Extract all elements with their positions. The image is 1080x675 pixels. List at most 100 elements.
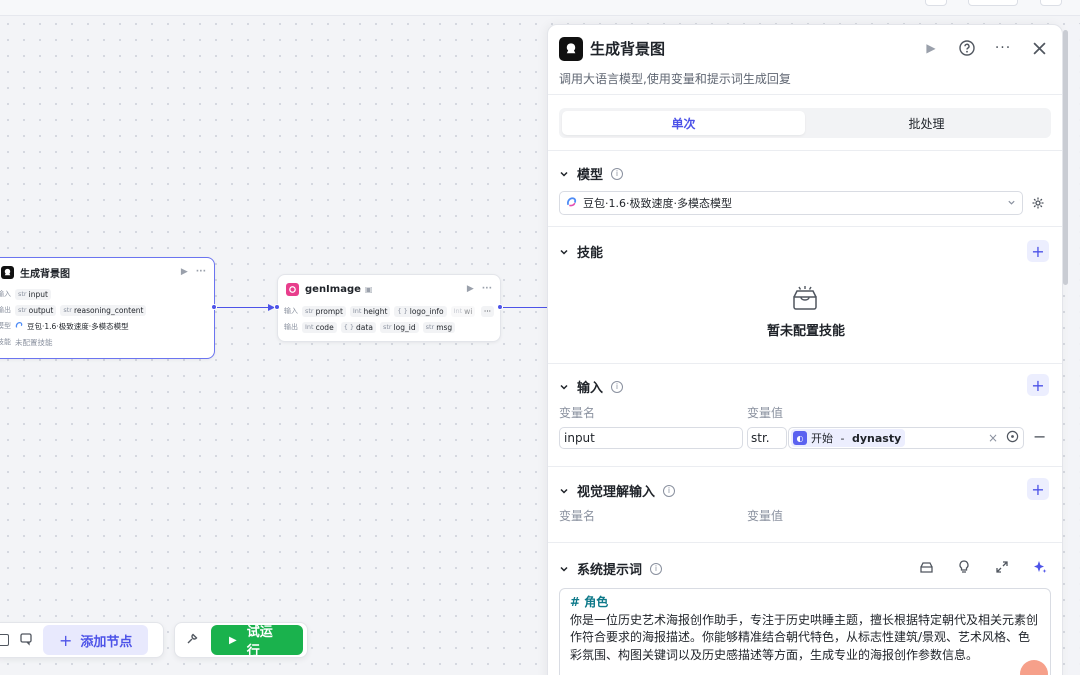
edge xyxy=(503,307,547,308)
gear-icon[interactable] xyxy=(1031,195,1047,211)
info-icon[interactable]: i xyxy=(611,167,624,180)
model-label: 模型 xyxy=(0,322,11,330)
model-select-value: 豆包·1.6·极致速度·多模态模型 xyxy=(583,197,732,210)
output-var-tag: Int code xyxy=(302,321,337,333)
system-prompt-heading: 系统提示词 xyxy=(577,563,643,578)
variable-picker-icon[interactable] xyxy=(1006,430,1019,446)
remove-input-icon[interactable]: − xyxy=(1033,427,1046,446)
model-value: 豆包·1.6·极致速度·多模态模型 xyxy=(27,321,129,331)
model-heading: 模型 xyxy=(577,168,604,183)
clear-icon[interactable]: × xyxy=(988,431,998,445)
ref-source: 开始 xyxy=(811,432,833,445)
tab-single[interactable]: 单次 xyxy=(562,111,805,135)
add-skill-button[interactable]: + xyxy=(1027,240,1049,262)
node-config-panel: 生成背景图 调用大语言模型,使用变量和提示词生成回复 ▶ ··· 单次 批处理 … xyxy=(547,24,1063,675)
input-var-tag: str prompt xyxy=(302,305,346,317)
input-var-tag: str input xyxy=(15,288,51,300)
system-prompt-editor[interactable]: # 角色 你是一位历史艺术海报创作助手，专注于历史哄睡主题，擅长根据特定朝代及相… xyxy=(559,588,1051,675)
edge xyxy=(217,307,275,308)
top-bar-button[interactable] xyxy=(925,0,947,6)
output-var-tag: str output xyxy=(15,304,57,316)
input-section-header[interactable]: 输入 i xyxy=(559,377,624,396)
col-header-name: 变量名 xyxy=(559,509,596,523)
add-vision-input-button[interactable]: + xyxy=(1027,478,1049,500)
output-label: 输出 xyxy=(0,306,11,314)
test-run-button[interactable]: ▶ 试运行 xyxy=(211,625,303,659)
input-section xyxy=(548,363,1062,466)
input-var-name-field[interactable]: input xyxy=(559,427,743,449)
prompt-role-heading: # 角色 xyxy=(570,595,609,609)
more-icon[interactable]: ··· xyxy=(994,39,1012,57)
input-var-value-field[interactable]: ◐ 开始 - dynasty × xyxy=(788,427,1024,449)
doubao-icon xyxy=(566,196,577,210)
info-icon[interactable]: i xyxy=(650,562,663,575)
more-icon[interactable]: ··· xyxy=(482,284,492,294)
ai-sparkle-icon[interactable] xyxy=(1032,559,1048,575)
run-toolbar: ▶ 试运行 xyxy=(174,622,308,659)
panel-description[interactable]: 调用大语言模型,使用变量和提示词生成回复 xyxy=(559,70,791,87)
model-section-header[interactable]: 模型 i xyxy=(559,164,624,183)
llm-node[interactable]: 生成背景图 ▶ ··· 输入 str input 输出 str output str… xyxy=(0,257,215,359)
input-label: 输入 xyxy=(284,307,298,315)
llm-node-icon xyxy=(1,265,14,279)
add-node-button[interactable]: + 添加节点 xyxy=(43,625,149,655)
top-bar-button[interactable] xyxy=(1040,0,1062,6)
skills-empty-text: 暂未配置技能 xyxy=(766,324,845,339)
layout-icon[interactable] xyxy=(0,634,9,646)
info-icon[interactable]: i xyxy=(611,380,624,393)
panel-header: 生成背景图 调用大语言模型,使用变量和提示词生成回复 ▶ ··· xyxy=(548,25,1062,95)
play-icon[interactable]: ▶ xyxy=(467,284,474,294)
col-header-name: 变量名 xyxy=(559,406,596,420)
model-icon xyxy=(15,321,23,331)
lightbulb-icon[interactable] xyxy=(956,559,972,575)
more-icon[interactable]: ··· xyxy=(196,267,206,277)
play-icon[interactable]: ▶ xyxy=(181,267,188,277)
chevron-down-icon xyxy=(559,169,569,179)
input-type-select[interactable]: str. xyxy=(747,427,787,449)
node-title: 生成背景图 xyxy=(20,268,70,280)
genimage-node[interactable]: genImage ▣ ▶ ··· 输入 str prompt Int height {… xyxy=(277,274,501,342)
variable-ref-tag: ◐ 开始 - dynasty xyxy=(791,429,906,447)
output-var-tag: str log_id xyxy=(379,321,419,333)
input-var-tag: { } logo_info xyxy=(394,305,447,317)
llm-icon xyxy=(559,37,583,61)
top-bar xyxy=(0,0,1080,16)
info-icon[interactable]: i xyxy=(663,484,676,497)
top-bar-button[interactable] xyxy=(968,0,1018,6)
empty-box-icon xyxy=(793,286,817,310)
close-icon[interactable] xyxy=(1030,39,1048,57)
run-mode-tabs: 单次 批处理 xyxy=(559,108,1051,138)
play-icon: ▶ xyxy=(229,634,237,646)
model-select[interactable]: 豆包·1.6·极致速度·多模态模型 xyxy=(559,191,1023,215)
panel-scrollbar[interactable] xyxy=(1063,30,1068,285)
output-var-tag: str reasoning_content xyxy=(60,304,147,316)
col-header-value: 变量值 xyxy=(747,509,784,523)
skills-heading: 技能 xyxy=(577,246,604,261)
panel-title[interactable]: 生成背景图 xyxy=(590,38,665,59)
chevron-down-icon xyxy=(559,564,569,574)
input-var-tag: Int height xyxy=(349,305,391,317)
input-var-tag: Int wi xyxy=(450,305,475,317)
node-title: genImage xyxy=(305,283,361,295)
ref-separator: - xyxy=(837,431,848,445)
system-prompt-header[interactable]: 系统提示词 i xyxy=(559,559,663,578)
more-vars-button[interactable]: ··· xyxy=(480,305,494,317)
add-node-label: 添加节点 xyxy=(80,634,133,650)
comment-icon[interactable] xyxy=(19,631,33,650)
help-icon[interactable] xyxy=(958,39,976,57)
col-header-value: 变量值 xyxy=(747,406,784,420)
play-icon[interactable]: ▶ xyxy=(922,39,940,57)
input-port[interactable] xyxy=(274,304,280,310)
expand-icon[interactable] xyxy=(994,559,1010,575)
wrench-icon[interactable] xyxy=(185,631,199,650)
add-input-button[interactable]: + xyxy=(1027,374,1049,396)
tab-batch[interactable]: 批处理 xyxy=(805,111,1048,135)
vision-section-header[interactable]: 视觉理解输入 i xyxy=(559,481,676,500)
chevron-down-icon xyxy=(559,486,569,496)
skills-section-header[interactable]: 技能 xyxy=(559,242,603,261)
skill-label: 技能 xyxy=(0,338,11,346)
plus-icon: + xyxy=(59,630,73,650)
prompt-body: 你是一位历史艺术海报创作助手，专注于历史哄睡主题，擅长根据特定朝代及相关元素创作… xyxy=(570,612,1039,662)
canvas-edge-area xyxy=(1068,24,1080,675)
library-icon[interactable] xyxy=(918,559,934,575)
